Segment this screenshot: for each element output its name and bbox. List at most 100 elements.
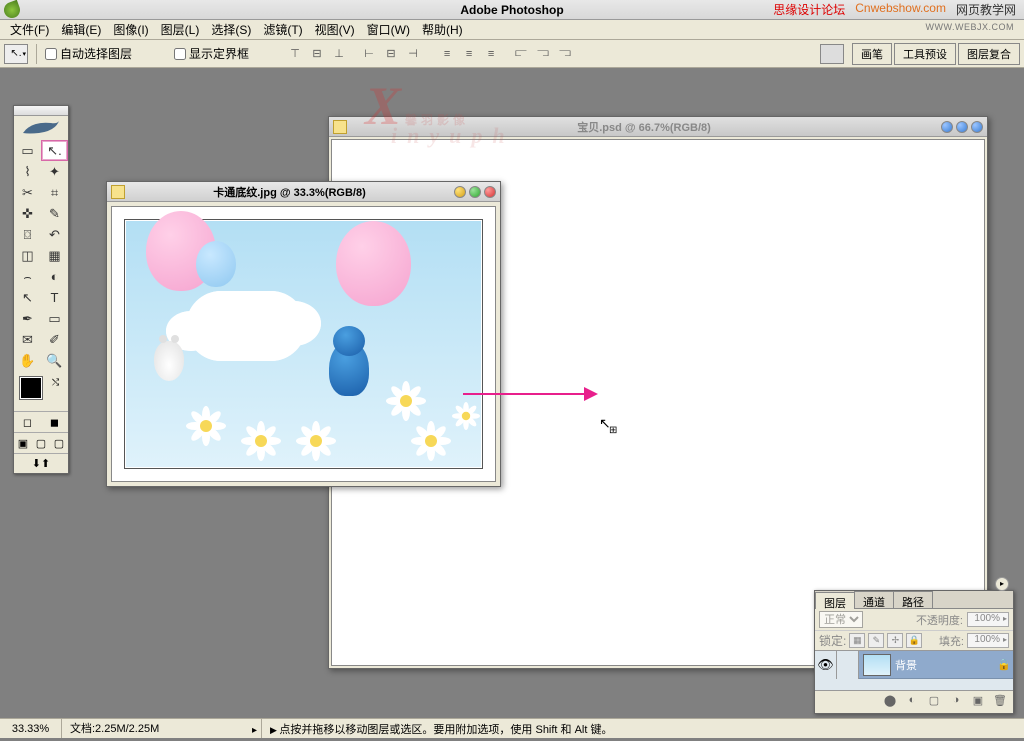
menu-select[interactable]: 选择(S) [205,19,257,40]
minimize-icon[interactable] [454,186,466,198]
document-window-1[interactable]: 卡通底纹.jpg @ 33.3%(RGB/8) [106,181,501,487]
menu-bar: 文件(F) 编辑(E) 图像(I) 图层(L) 选择(S) 滤镜(T) 视图(V… [0,20,1024,40]
path-select-tool[interactable]: ↖ [14,287,41,308]
menu-image[interactable]: 图像(I) [107,19,154,40]
menu-view[interactable]: 视图(V) [309,19,361,40]
move-tool[interactable]: ↖. [41,140,68,161]
align-right-icon[interactable]: ⊣ [403,45,423,63]
branding-url: WWW.WEBJX.COM [926,22,1015,32]
stamp-tool[interactable]: ⌼ [14,224,41,245]
branding-text: 思缘设计论坛 Cnwebshow.com 网页教学网 [773,1,1016,18]
menu-file[interactable]: 文件(F) [4,19,55,40]
close-icon[interactable] [484,186,496,198]
document-info[interactable]: 文档:2.25M/2.25M [62,719,262,738]
link-icon[interactable] [837,651,859,679]
lock-transparency-icon[interactable]: ▦ [849,633,865,648]
healing-tool[interactable]: ✜ [14,203,41,224]
tab-paths[interactable]: 路径 [893,591,933,608]
tab-channels[interactable]: 通道 [854,591,894,608]
marquee-tool[interactable]: ▭ [14,140,41,161]
crop-tool[interactable]: ✂ [14,182,41,203]
layer-list: 👁 背景 🔒 [815,651,1013,691]
fg-color[interactable] [20,377,42,399]
layer-mask-icon[interactable]: ◐ [903,694,921,710]
blend-mode-select[interactable]: 正常 [819,611,863,628]
dist-hcenter-icon[interactable]: ⫎ [533,45,553,63]
blur-tool[interactable]: ⌢ [14,266,41,287]
minimize-icon[interactable] [941,121,953,133]
toolbox-handle[interactable] [14,106,68,116]
pen-tool[interactable]: ✒ [14,308,41,329]
doc1-titlebar[interactable]: 卡通底纹.jpg @ 33.3%(RGB/8) [107,182,500,202]
quickmask-mode[interactable]: ◼ [41,412,68,432]
zoom-level[interactable]: 33.33% [0,719,62,738]
menu-help[interactable]: 帮助(H) [416,19,469,40]
maximize-icon[interactable] [956,121,968,133]
menu-filter[interactable]: 滤镜(T) [257,19,308,40]
title-bar: Adobe Photoshop 思缘设计论坛 Cnwebshow.com 网页教… [0,0,1024,20]
palette-well-icon[interactable] [820,44,844,64]
show-bounds-checkbox[interactable]: 显示定界框 [174,45,249,62]
dist-top-icon[interactable]: ≡ [437,45,457,63]
eraser-tool[interactable]: ◫ [14,245,41,266]
tool-preset-picker[interactable]: ↖. [4,44,28,64]
adjustment-layer-icon[interactable]: ◑ [947,694,965,710]
delete-layer-icon[interactable]: 🗑 [991,694,1009,710]
zoom-tool[interactable]: 🔍 [41,350,68,371]
menu-edit[interactable]: 编辑(E) [55,19,107,40]
brush-tool[interactable]: ✎ [41,203,68,224]
lasso-tool[interactable]: ⌇ [14,161,41,182]
history-brush-tool[interactable]: ↶ [41,224,68,245]
type-tool[interactable]: T [41,287,68,308]
dist-bottom-icon[interactable]: ≡ [481,45,501,63]
visibility-icon[interactable]: 👁 [815,651,837,679]
wand-tool[interactable]: ✦ [41,161,68,182]
dist-vcenter-icon[interactable]: ≡ [459,45,479,63]
tab-tool-presets[interactable]: 工具预设 [894,43,956,65]
screen-full[interactable]: ▢ [50,433,68,453]
opacity-field[interactable]: 100% [967,612,1009,627]
menu-layer[interactable]: 图层(L) [155,19,206,40]
align-vcenter-icon[interactable]: ⊟ [307,45,327,63]
jump-to-imageready[interactable]: ⬇⬆ [14,453,68,473]
screen-standard[interactable]: ▣ [14,433,32,453]
align-hcenter-icon[interactable]: ⊟ [381,45,401,63]
auto-select-checkbox[interactable]: 自动选择图层 [45,45,132,62]
doc2-titlebar[interactable]: 宝贝.psd @ 66.7%(RGB/8) [329,117,987,137]
new-set-icon[interactable]: ▢ [925,694,943,710]
dodge-tool[interactable]: ◐ [41,266,68,287]
maximize-icon[interactable] [469,186,481,198]
layer-item-background[interactable]: 👁 背景 🔒 [815,651,1013,679]
shape-tool[interactable]: ▭ [41,308,68,329]
close-icon[interactable] [971,121,983,133]
align-top-icon[interactable]: ⊤ [285,45,305,63]
slice-tool[interactable]: ⌗ [41,182,68,203]
doc1-canvas[interactable] [111,206,496,482]
gradient-tool[interactable]: ▦ [41,245,68,266]
dist-left-icon[interactable]: ⫍ [511,45,531,63]
tab-layer-comps[interactable]: 图层复合 [958,43,1020,65]
tab-brushes[interactable]: 画笔 [852,43,892,65]
standard-mode[interactable]: ◻ [14,412,41,432]
align-bottom-icon[interactable]: ⊥ [329,45,349,63]
notes-tool[interactable]: ✉ [14,329,41,350]
layer-style-icon[interactable]: ⬤ [881,694,899,710]
eyedropper-tool[interactable]: ✐ [41,329,68,350]
color-swatches[interactable]: ⤭ [14,375,68,411]
lock-position-icon[interactable]: ✢ [887,633,903,648]
app-title: Adobe Photoshop [460,3,563,17]
fill-field[interactable]: 100% [967,633,1009,648]
fill-label: 填充: [939,633,964,649]
hand-tool[interactable]: ✋ [14,350,41,371]
lock-all-icon[interactable]: 🔒 [906,633,922,648]
tab-layers[interactable]: 图层 [815,592,855,609]
layer-thumbnail[interactable] [863,654,891,676]
align-left-icon[interactable]: ⊢ [359,45,379,63]
swap-colors-icon[interactable]: ⤭ [52,377,59,388]
dist-right-icon[interactable]: ⫎ [555,45,575,63]
align-group: ⊤ ⊟ ⊥ ⊢ ⊟ ⊣ ≡ ≡ ≡ ⫍ ⫎ ⫎ [285,45,575,63]
new-layer-icon[interactable]: ▣ [969,694,987,710]
menu-window[interactable]: 窗口(W) [361,19,416,40]
screen-full-menu[interactable]: ▢ [32,433,50,453]
lock-pixels-icon[interactable]: ✎ [868,633,884,648]
